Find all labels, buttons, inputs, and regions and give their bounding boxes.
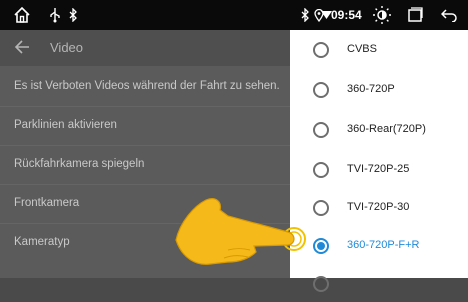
setting-label: Es ist Verboten Videos während der Fahrt… [14, 80, 280, 92]
back-arrow-icon[interactable] [14, 39, 30, 55]
back-icon[interactable] [440, 0, 458, 30]
setting-row-video-warning[interactable]: Es ist Verboten Videos während der Fahrt… [0, 68, 290, 104]
radio-button[interactable] [313, 200, 329, 216]
page-title: Video [50, 40, 84, 55]
option-label: CVBS [347, 43, 377, 55]
option-360-rear-720p[interactable]: 360-Rear(720P) [290, 110, 468, 148]
usb-icon [47, 0, 63, 30]
setting-label: Kameratyp [14, 236, 70, 248]
option-label: 360-720P-F+R [347, 239, 420, 251]
status-bar: 09:54 [0, 0, 468, 30]
setting-label: Rückfahrkamera spiegeln [14, 158, 145, 170]
radio-button[interactable] [313, 42, 329, 58]
pointing-hand-icon [170, 192, 310, 277]
setting-row-parking-lines[interactable]: Parklinien aktivieren [0, 107, 290, 143]
recent-apps-icon[interactable] [406, 0, 424, 30]
option-360-720p-f-r[interactable]: 360-720P-F+R [290, 226, 468, 264]
setting-row-mirror-rear-camera[interactable]: Rückfahrkamera spiegeln [0, 146, 290, 182]
option-partial[interactable] [290, 264, 468, 302]
option-tvi-720p-25[interactable]: TVI-720P-25 [290, 150, 468, 188]
bluetooth-icon [299, 0, 311, 30]
home-icon[interactable] [12, 0, 32, 30]
radio-button-selected[interactable] [313, 238, 329, 254]
option-cvbs[interactable]: CVBS [290, 30, 468, 68]
brightness-icon[interactable] [372, 0, 392, 30]
option-360-720p[interactable]: 360-720P [290, 70, 468, 108]
setting-label: Parklinien aktivieren [14, 119, 117, 131]
bluetooth-icon [67, 0, 79, 30]
camera-type-menu: CVBS 360-720P 360-Rear(720P) TVI-720P-25… [290, 30, 468, 292]
option-label: 360-Rear(720P) [347, 123, 426, 135]
option-label: 360-720P [347, 83, 395, 95]
clock: 09:54 [331, 8, 362, 22]
setting-label: Frontkamera [14, 197, 80, 209]
radio-button[interactable] [313, 162, 329, 178]
option-tvi-720p-30[interactable]: TVI-720P-30 [290, 188, 468, 226]
option-label: TVI-720P-25 [347, 163, 410, 175]
radio-button[interactable] [313, 82, 329, 98]
radio-button[interactable] [313, 122, 329, 138]
screen-header: Video [0, 30, 290, 66]
option-label: TVI-720P-30 [347, 201, 410, 213]
radio-button[interactable] [313, 276, 329, 292]
